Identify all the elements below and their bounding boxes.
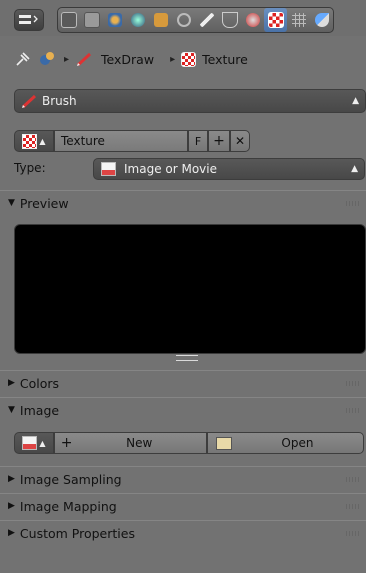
panel-title: Image Sampling — [19, 471, 122, 487]
tab-texture[interactable] — [264, 8, 288, 32]
panel-preview-header[interactable]: ▼ Preview — [0, 190, 366, 215]
tab-object-constraints[interactable] — [173, 8, 196, 32]
new-texture-button[interactable]: + — [208, 130, 230, 152]
close-icon: ✕ — [234, 134, 246, 148]
drag-handle-icon[interactable] — [346, 476, 360, 482]
collapsed-triangle-icon: ▶ — [8, 474, 15, 484]
texture-preview — [14, 224, 366, 354]
texture-icon — [22, 133, 38, 149]
camera-icon — [61, 12, 78, 28]
breadcrumb-separator: ▸ — [170, 53, 176, 65]
panel-title: Colors — [19, 375, 60, 391]
brush-icon — [77, 52, 92, 67]
texture-name-field[interactable]: Texture — [54, 130, 188, 152]
collapsed-triangle-icon: ▶ — [8, 501, 15, 511]
tab-object[interactable] — [150, 8, 173, 32]
tab-modifiers[interactable] — [196, 8, 219, 32]
fake-user-label: F — [194, 134, 202, 148]
scene-icon — [108, 13, 123, 27]
type-value: Image or Movie — [124, 162, 217, 176]
mesh-data-icon — [221, 12, 238, 28]
properties-editor-icon — [19, 15, 38, 24]
drag-handle-icon[interactable] — [346, 503, 360, 509]
world-icon — [131, 13, 146, 27]
object-icon — [154, 13, 169, 27]
collapsed-triangle-icon: ▶ — [8, 378, 15, 388]
folder-icon — [215, 436, 232, 450]
properties-header — [0, 0, 366, 36]
dropdown-arrows-icon: ▲ — [352, 96, 359, 106]
panel-image-mapping-header[interactable]: ▶ Image Mapping — [0, 493, 366, 518]
render-layers-icon — [84, 12, 101, 28]
particles-icon — [291, 13, 306, 27]
drag-handle-icon[interactable] — [346, 380, 360, 386]
tab-render-layers[interactable] — [81, 8, 104, 32]
texture-icon — [267, 12, 284, 28]
open-image-button[interactable]: Open — [206, 432, 364, 454]
plus-icon: + — [213, 133, 225, 149]
new-image-button[interactable]: + New — [53, 432, 207, 454]
panel-custom-properties-header[interactable]: ▶ Custom Properties — [0, 520, 366, 545]
plus-icon: + — [60, 435, 73, 451]
pin-icon[interactable] — [14, 51, 32, 67]
material-icon — [245, 13, 260, 27]
image-browse-button[interactable]: ▲ — [14, 432, 54, 454]
expanded-triangle-icon: ▼ — [8, 198, 15, 208]
tab-physics[interactable] — [310, 8, 333, 32]
fake-user-button[interactable]: F — [188, 130, 208, 152]
panel-colors-header[interactable]: ▶ Colors — [0, 370, 366, 395]
type-row: Type: Image or Movie ▲ — [14, 158, 365, 180]
dropdown-arrows-icon: ▲ — [351, 164, 358, 174]
type-label: Type: — [14, 161, 46, 175]
unlink-texture-button[interactable]: ✕ — [230, 130, 250, 152]
new-image-label: New — [126, 436, 153, 450]
brush-icon — [21, 94, 37, 109]
expanded-triangle-icon: ▼ — [8, 405, 15, 415]
constraint-link-icon — [177, 13, 192, 27]
tab-world[interactable] — [127, 8, 150, 32]
scene-icon — [40, 52, 54, 65]
panel-title: Image Mapping — [19, 498, 117, 514]
drag-handle-icon[interactable] — [346, 407, 360, 413]
brush-selector[interactable]: Brush ▲ — [14, 89, 366, 113]
collapsed-triangle-icon: ▶ — [8, 528, 15, 538]
physics-icon — [314, 13, 329, 27]
breadcrumb-separator: ▸ — [64, 53, 70, 65]
panel-title: Custom Properties — [19, 525, 135, 541]
tab-data[interactable] — [218, 8, 241, 32]
panel-title: Preview — [19, 195, 69, 211]
breadcrumb-brush-name: TexDraw — [101, 51, 155, 67]
tab-render[interactable] — [58, 8, 81, 32]
image-controls: ▲ + New Open — [14, 432, 364, 454]
drag-handle-icon[interactable] — [346, 530, 360, 536]
drag-handle-icon[interactable] — [346, 200, 360, 206]
wrench-icon — [199, 13, 214, 27]
editor-type-button[interactable] — [14, 9, 44, 31]
image-icon — [101, 162, 116, 176]
chevron-updown-icon: ▲ — [39, 438, 46, 448]
type-dropdown[interactable]: Image or Movie ▲ — [93, 158, 365, 180]
chevron-updown-icon: ▲ — [39, 136, 46, 146]
tab-scene[interactable] — [104, 8, 127, 32]
open-image-label: Open — [281, 436, 314, 450]
tab-particles[interactable] — [287, 8, 310, 32]
preview-resize-handle[interactable] — [176, 355, 198, 361]
breadcrumb: ▸ TexDraw ▸ Texture — [14, 48, 248, 70]
texture-browse-button[interactable]: ▲ — [14, 130, 54, 152]
texture-name: Texture — [61, 134, 105, 148]
breadcrumb-texture-name: Texture — [202, 51, 248, 67]
texture-datablock: ▲ Texture F + ✕ — [14, 130, 250, 152]
context-tabs — [57, 7, 334, 33]
brush-selector-label: Brush — [42, 94, 77, 108]
image-icon — [22, 436, 38, 450]
tab-material[interactable] — [241, 8, 264, 32]
panel-image-header[interactable]: ▼ Image — [0, 397, 366, 422]
panel-title: Image — [19, 402, 60, 418]
texture-icon — [181, 51, 197, 67]
panel-image-sampling-header[interactable]: ▶ Image Sampling — [0, 466, 366, 491]
